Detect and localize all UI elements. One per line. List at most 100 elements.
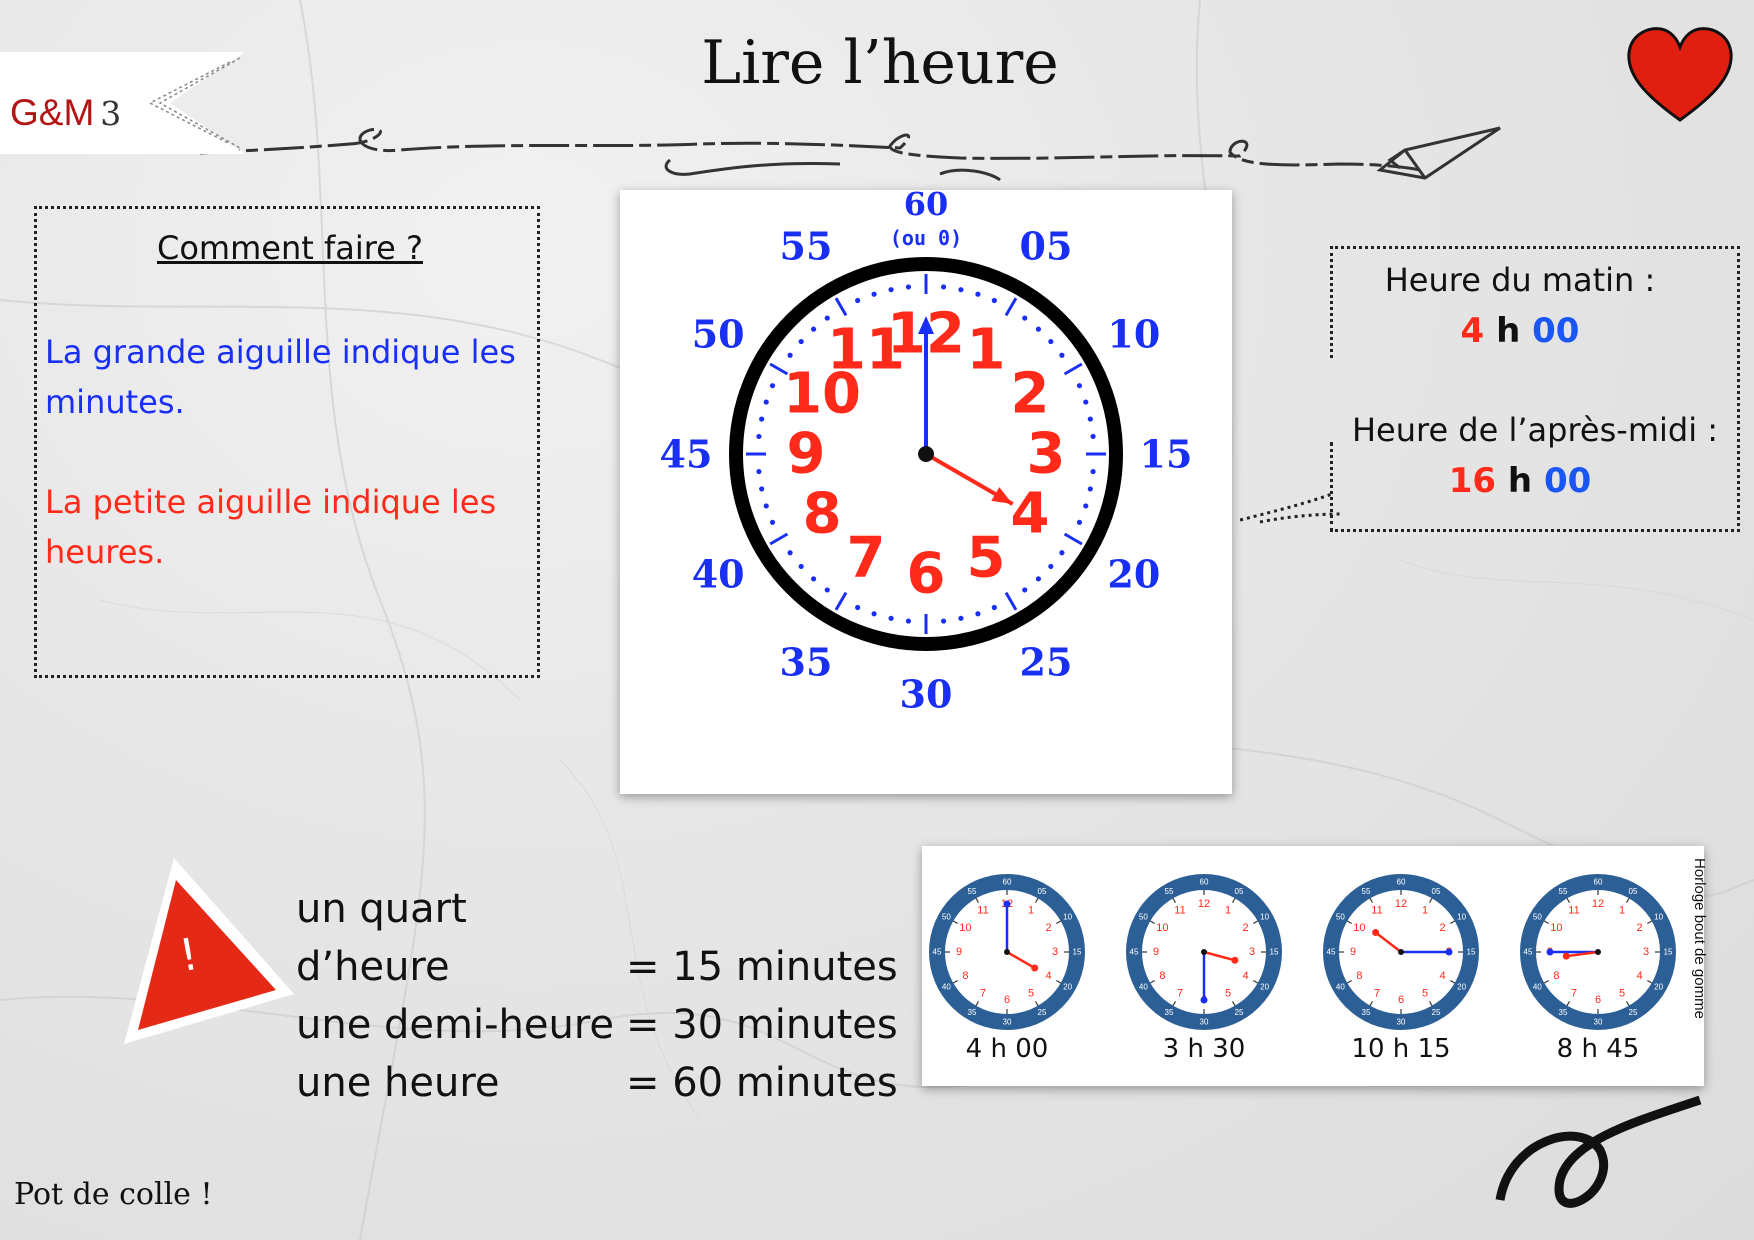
- mini-hour-number: 12: [1592, 898, 1604, 910]
- mini-hour-number: 2: [1440, 922, 1446, 934]
- mini-hour-number: 2: [1046, 922, 1052, 934]
- minute-dot: [975, 291, 981, 297]
- mini-minute-label: 55: [968, 887, 977, 896]
- minute-dot: [855, 604, 861, 611]
- mini-minute-label: 05: [1038, 887, 1047, 896]
- mini-minute-hand-tip: [1200, 996, 1208, 1004]
- minute-dot: [1087, 416, 1093, 422]
- mini-minute-label: 10: [1063, 913, 1072, 922]
- chapter-number: 3: [100, 94, 122, 133]
- mini-minute-label: 55: [1362, 887, 1371, 896]
- mini-minute-label: 25: [1432, 1008, 1441, 1017]
- mini-minute-label: 20: [1654, 983, 1663, 992]
- example-time-label: 4 h 00: [965, 1034, 1049, 1064]
- minute-label: 20: [1107, 552, 1160, 597]
- minute-dot: [1022, 315, 1028, 321]
- mini-minute-label: 60: [1594, 878, 1603, 887]
- minute-label-top-sub: (ou 0): [890, 226, 962, 250]
- minute-dot: [871, 291, 877, 297]
- mini-hour-number: 5: [1028, 988, 1034, 1000]
- equivalence-term: une heure: [296, 1060, 500, 1106]
- warning-sign: [124, 858, 294, 1044]
- mini-clock-center: [1398, 949, 1404, 955]
- minute-label: 45: [660, 432, 713, 477]
- mini-minute-label: 15: [1467, 948, 1476, 957]
- minute-dot: [888, 287, 894, 293]
- equivalence-term: une demi-heure: [296, 1002, 615, 1048]
- minute-dot: [1090, 433, 1096, 440]
- mini-hour-hand-tip: [1562, 952, 1570, 960]
- mini-minute-label: 35: [1559, 1008, 1568, 1017]
- minute-dot: [1083, 399, 1089, 405]
- hour-number: 1: [967, 318, 1006, 383]
- mini-hour-number: 10: [1156, 922, 1168, 934]
- afternoon-hour: 16: [1448, 461, 1497, 501]
- minute-dot: [1048, 563, 1054, 570]
- mini-minute-label: 35: [968, 1008, 977, 1017]
- minute-dot: [759, 486, 765, 492]
- clock-center: [918, 446, 934, 462]
- mini-clock-center: [1004, 949, 1010, 955]
- mini-hour-number: 9: [1350, 946, 1356, 958]
- mini-minute-label: 05: [1629, 887, 1638, 896]
- mini-hour-number: 8: [1356, 970, 1362, 982]
- morning-label: Heure du matin :: [1384, 261, 1656, 299]
- minute-dot: [769, 519, 776, 525]
- mini-hour-hand-tip: [1372, 929, 1380, 937]
- minute-dot: [1059, 352, 1065, 358]
- minute-label: 50: [692, 312, 745, 357]
- credit-text: Horloge bout de gomme: [1691, 858, 1708, 1019]
- chapter-prefix: G&M: [10, 92, 95, 133]
- minute-dot: [824, 587, 830, 593]
- hours-box: Heure du matin : 4 h 00 Heure de l’après…: [1330, 246, 1740, 532]
- mini-minute-label: 10: [1457, 913, 1466, 922]
- mini-minute-label: 50: [942, 913, 951, 922]
- mini-minute-label: 35: [1362, 1008, 1371, 1017]
- minute-label-top: 60: [904, 190, 949, 223]
- mini-minute-label: 35: [1165, 1008, 1174, 1017]
- mini-minute-label: 15: [1664, 948, 1673, 957]
- afternoon-time: 16 h 00: [1310, 461, 1730, 501]
- minute-label: 10: [1107, 312, 1160, 357]
- image-credit: Horloge bout de gomme: [1688, 858, 1710, 1058]
- example-clocks-card: 6012051102153204255306357408459501055116…: [922, 846, 1704, 1086]
- mini-hour-number: 12: [1395, 898, 1407, 910]
- minute-dot: [1087, 486, 1093, 492]
- mini-hour-number: 12: [1198, 898, 1210, 910]
- minute-dot: [940, 618, 947, 624]
- mini-hour-number: 10: [959, 922, 971, 934]
- mini-minute-label: 55: [1559, 887, 1568, 896]
- minute-label: 05: [1020, 224, 1073, 269]
- minute-dot: [798, 338, 804, 345]
- mini-hour-number: 2: [1637, 922, 1643, 934]
- mini-hour-number: 8: [1553, 970, 1559, 982]
- minute-dot: [1076, 519, 1083, 525]
- mini-minute-label: 50: [1139, 913, 1148, 922]
- mini-minute-label: 05: [1432, 887, 1441, 896]
- mini-minute-label: 60: [1397, 878, 1406, 887]
- main-clock: 051015202530354045505560(ou 0)1212345678…: [660, 185, 1193, 717]
- mini-minute-hand-tip: [1003, 900, 1011, 908]
- equivalence-row: un quart d’heure = 15 minutes: [296, 880, 898, 996]
- mini-minute-label: 05: [1235, 887, 1244, 896]
- minute-dot: [991, 297, 997, 304]
- example-time-label: 8 h 45: [1556, 1034, 1640, 1064]
- minute-dot: [871, 611, 877, 617]
- mini-minute-label: 20: [1457, 983, 1466, 992]
- mini-hour-number: 9: [956, 946, 962, 958]
- equivalence-row: une heure = 60 minutes: [296, 1054, 898, 1112]
- mini-hour-number: 11: [977, 904, 988, 916]
- minute-dot: [756, 433, 762, 440]
- minute-dot: [1035, 326, 1042, 332]
- minute-dot: [905, 284, 912, 290]
- decorative-line: [200, 126, 1501, 182]
- mini-hour-number: 6: [1595, 994, 1601, 1006]
- minute-dot: [1083, 503, 1089, 509]
- mini-hour-number: 11: [1174, 904, 1185, 916]
- minute-dot: [991, 604, 997, 611]
- mini-hour-number: 4: [1243, 970, 1249, 982]
- mini-hour-number: 1: [1619, 904, 1625, 916]
- minute-dot: [958, 287, 964, 293]
- equivalence-value: = 30 minutes: [626, 1002, 898, 1048]
- afternoon-sep: h: [1507, 461, 1533, 501]
